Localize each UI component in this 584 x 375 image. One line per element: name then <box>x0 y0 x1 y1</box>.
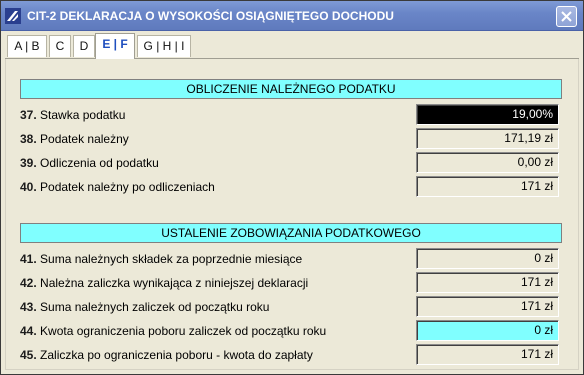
field-42-label: 42. Należna zaliczka wynikająca z niniej… <box>20 274 308 292</box>
field-number: 41. <box>20 252 37 266</box>
tab-e-f[interactable]: E | F <box>95 33 135 59</box>
field-number: 42. <box>20 276 37 290</box>
declaration-window: CIT-2 DEKLARACJA O WYSOKOŚCI OSIĄGNIĘTEG… <box>0 0 584 375</box>
field-43-label: 43. Suma należnych zaliczek od początku … <box>20 298 269 316</box>
field-label: Stawka podatku <box>40 108 126 122</box>
advance-due-field[interactable]: 171 zł <box>416 272 559 293</box>
tax-due-after-deductions-field[interactable]: 171 zł <box>416 176 559 197</box>
amount-to-pay-field[interactable]: 171 zł <box>416 344 559 365</box>
advances-sum-field[interactable]: 171 zł <box>416 296 559 317</box>
field-number: 45. <box>20 348 37 362</box>
close-button[interactable] <box>556 6 577 27</box>
tax-deductions-field[interactable]: 0,00 zł <box>416 152 559 173</box>
field-38-label: 38. Podatek należny <box>20 130 129 148</box>
field-number: 38. <box>20 132 37 146</box>
field-label: Zaliczka po ograniczenia poboru - kwota … <box>40 348 313 362</box>
field-45-label: 45. Zaliczka po ograniczenia poboru - kw… <box>20 346 313 364</box>
tab-panel-e-f: OBLICZENIE NALEŻNEGO PODATKU 37. Stawka … <box>5 59 579 370</box>
field-number: 37. <box>20 108 37 122</box>
window-title: CIT-2 DEKLARACJA O WYSOKOŚCI OSIĄGNIĘTEG… <box>27 9 394 23</box>
tab-c[interactable]: C <box>49 35 71 57</box>
section-header-tax-calculation: OBLICZENIE NALEŻNEGO PODATKU <box>20 79 562 99</box>
field-label: Podatek należny po odliczeniach <box>40 180 215 194</box>
tab-d[interactable]: D <box>73 35 95 57</box>
field-39-label: 39. Odliczenia od podatku <box>20 154 159 172</box>
field-label: Suma należnych składek za poprzednie mie… <box>40 252 303 266</box>
field-label: Kwota ograniczenia poboru zaliczek od po… <box>40 324 327 338</box>
tab-strip: A | B C D E | F G | H | I <box>5 33 579 59</box>
close-icon <box>561 11 572 22</box>
previous-months-sum-field[interactable]: 0 zł <box>416 248 559 269</box>
field-label: Suma należnych zaliczek od początku roku <box>40 300 270 314</box>
field-number: 39. <box>20 156 37 170</box>
field-44-label: 44. Kwota ograniczenia poboru zaliczek o… <box>20 322 326 340</box>
section-header-tax-liability: USTALENIE ZOBOWIĄZANIA PODATKOWEGO <box>20 223 562 243</box>
field-37-label: 37. Stawka podatku <box>20 106 125 124</box>
title-bar[interactable]: CIT-2 DEKLARACJA O WYSOKOŚCI OSIĄGNIĘTEG… <box>1 1 583 31</box>
field-label: Podatek należny <box>40 132 129 146</box>
field-label: Odliczenia od podatku <box>40 156 159 170</box>
tab-a-b[interactable]: A | B <box>7 35 47 57</box>
tax-due-field[interactable]: 171,19 zł <box>416 128 559 149</box>
tax-rate-field[interactable]: 19,00% <box>416 104 559 125</box>
field-label: Należna zaliczka wynikająca z niniejszej… <box>40 276 309 290</box>
field-number: 40. <box>20 180 37 194</box>
field-41-label: 41. Suma należnych składek za poprzednie… <box>20 250 302 268</box>
app-icon <box>5 8 21 24</box>
field-40-label: 40. Podatek należny po odliczeniach <box>20 178 215 196</box>
field-number: 44. <box>20 324 37 338</box>
tab-g-h-i[interactable]: G | H | I <box>137 35 191 57</box>
collection-limit-field[interactable]: 0 zł <box>416 320 559 341</box>
field-number: 43. <box>20 300 37 314</box>
